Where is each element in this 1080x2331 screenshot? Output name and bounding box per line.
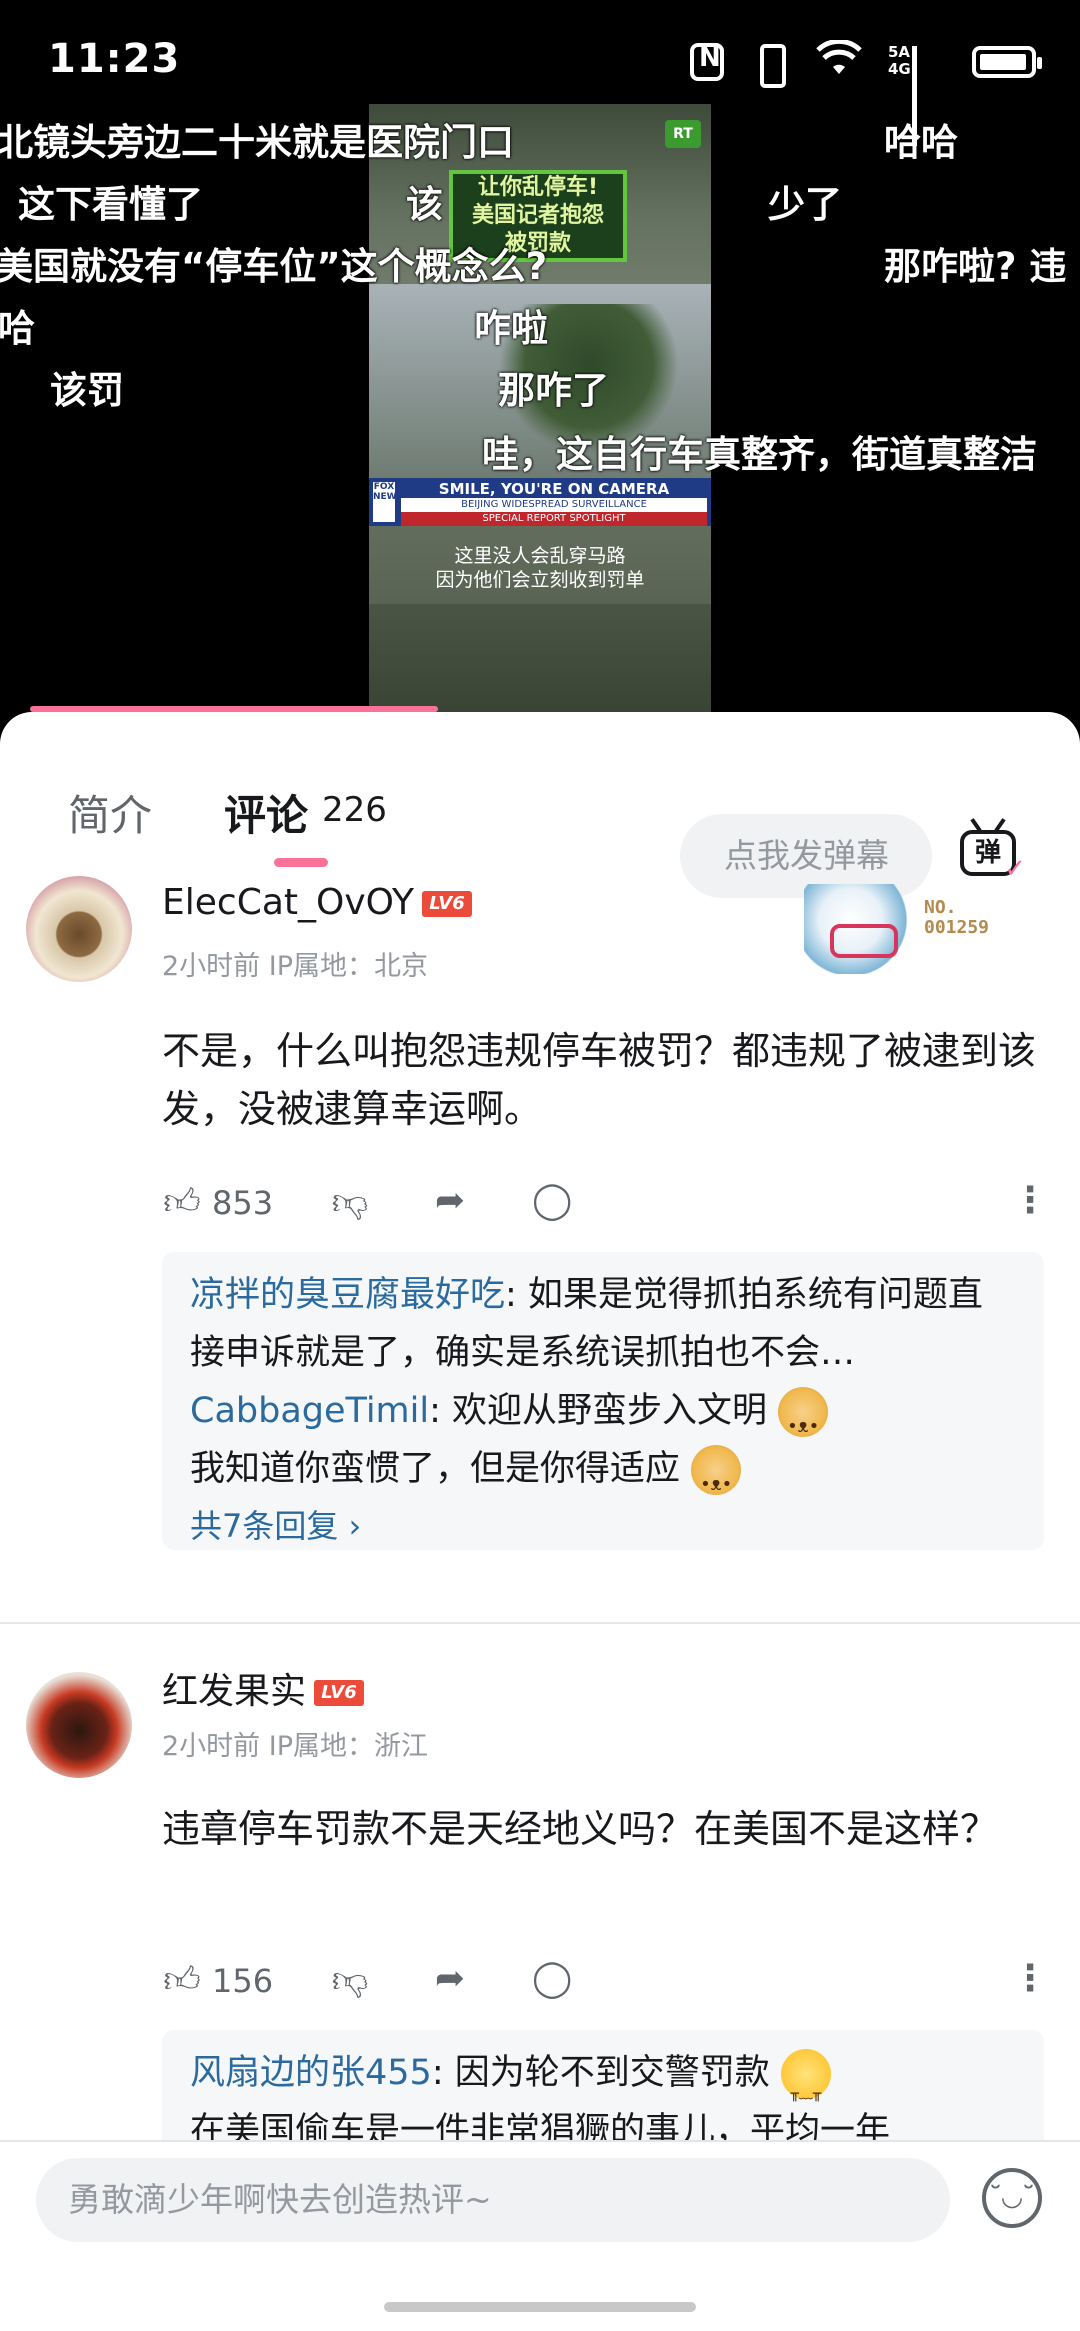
danmaku-item: 美国就没有“停车位”这个概念么? [0,245,548,288]
status-icons: 5A 4G [690,38,1042,146]
tab-active-indicator [274,858,328,867]
danmaku-item: 那咋了 [498,369,609,412]
reply-item: 风扇边的张455: 因为轮不到交警罚款 [190,2044,1016,2123]
banner-main: SMILE, YOU'RE ON CAMERA [438,480,670,498]
danmaku-item: 该罚 [50,369,124,412]
rt-logo: RT [665,120,701,148]
video-scene-street [369,604,711,712]
danmaku-item: 北镜头旁边二十米就是医院门口 [0,121,514,164]
comment-text: 违章停车罚款不是天经地义吗？在美国不是这样？ [162,1807,999,1851]
status-bar: 11:23 5A 4G [0,0,1080,146]
comment-divider [0,1622,1080,1624]
wifi-icon [816,38,862,84]
tab-bar: 简介 评论 226 点我发弹幕 弹 ✓ [0,760,1080,898]
tab-intro[interactable]: 简介 [68,782,152,843]
thumb-down-icon: 👎︎ [331,1960,369,2001]
more-vertical-icon: ⋮ [1012,1958,1048,1999]
sticker-number: NO. 001259 [924,897,990,938]
reply-item-continued: 我知道你蛮惯了，但是你得适应 [190,1440,1016,1514]
dislike-button[interactable]: 👎︎ [330,1958,370,2002]
danmaku-item: 少了 [768,183,842,226]
banner-tag: SPECIAL REPORT SPOTLIGHT [401,512,707,526]
reply-username[interactable]: 凉拌的臭豆腐最好吃 [190,1275,505,1315]
avatar[interactable] [26,1672,132,1778]
comment-bubble-icon: ◯ [532,1180,573,1221]
reply-button[interactable]: ◯ [532,1180,572,1221]
check-icon: ✓ [1004,854,1026,884]
more-button[interactable]: ⋮ [1010,1180,1050,1221]
home-indicator[interactable] [384,2302,696,2312]
comment-username[interactable]: 红发果实 LV6 [162,1662,365,1714]
reply-username[interactable]: CabbageTimil [190,1391,429,1431]
danmaku-item: 咋啦 [474,307,548,350]
comment-bubble-icon: ◯ [532,1958,573,1999]
share-button[interactable]: ➦ [430,1958,470,1999]
like-count: 853 [212,1184,274,1222]
comments-panel: 简介 评论 226 点我发弹幕 弹 ✓ ElecCat_OvOY LV6 2小时前… [0,712,1080,2331]
tab-comments[interactable]: 评论 [224,782,308,843]
avatar[interactable] [26,876,132,982]
reply-item: 凉拌的臭豆腐最好吃: 如果是觉得抓拍系统有问题直接申诉就是了，确实是系统误抓拍也… [190,1275,983,1373]
like-button[interactable]: 👍︎ 853 [162,1180,273,1224]
fox-news-logo: FOX NEWS [373,482,403,522]
comment-username[interactable]: ElecCat_OvOY LV6 [162,882,472,923]
danmaku-item: 哇，这自行车真整齐，街道真整洁 [482,433,1037,476]
emoji-picker-icon[interactable]: ˘◡˘ [982,2168,1042,2228]
video-progress-bar[interactable] [30,706,438,712]
level-badge: LV6 [422,891,472,917]
fan-sticker[interactable]: NO. 001259 [804,884,1024,974]
signal-icon: 5A 4G [888,43,946,146]
like-button[interactable]: 👍︎ 156 [162,1958,273,2002]
level-badge: LV6 [314,1680,365,1706]
comment-actions: 👍︎ 853 👎︎ ➦ ◯ ⋮ [162,1180,1048,1230]
news-banner: FOX NEWS SMILE, YOU'RE ON CAMERA BEIJING… [369,478,711,526]
status-time: 11:23 [48,36,181,82]
thumb-up-icon: 👍︎ [163,1960,201,2001]
video-player[interactable]: 11:23 5A 4G 让你乱停车! 美国记者抱怨 被罚款 RT FO [0,0,1080,712]
thumb-up-icon: 👍︎ [163,1182,201,1223]
comment-input[interactable]: 勇敢滴少年啊快去创造热评~ [36,2158,950,2242]
banner-sub: BEIJING WIDESPREAD SURVEILLANCE [401,498,707,512]
nfc-icon [690,43,724,81]
reply-preview[interactable]: 凉拌的臭豆腐最好吃: 如果是觉得抓拍系统有问题直接申诉就是了，确实是系统误抓拍也… [162,1252,1044,1550]
doge-emoji-icon [691,1445,742,1514]
doge-emoji-icon [778,1387,829,1456]
comment-count: 226 [322,790,387,830]
like-count: 156 [212,1962,274,2000]
comment-meta: 2小时前 IP属地：北京 [162,951,429,982]
reply-button[interactable]: ◯ [532,1958,572,1999]
share-icon: ➦ [434,1958,466,1999]
vibrate-icon [750,44,790,88]
crying-emoji-icon [780,2049,831,2123]
share-icon: ➦ [434,1180,466,1221]
network-type: 5A 4G [888,43,911,78]
battery-icon [972,46,1042,78]
sticker-icon [804,884,908,974]
more-vertical-icon: ⋮ [1012,1180,1048,1221]
danmaku-item: 哈 [0,307,35,350]
dislike-button[interactable]: 👎︎ [330,1180,370,1224]
danmaku-item: 哈哈 [884,121,958,164]
comment-meta: 2小时前 IP属地：浙江 [162,1731,429,1762]
reply-item: CabbageTimil: 欢迎从野蛮步入文明 [190,1382,1016,1456]
view-all-replies-link[interactable]: 共7条回复 › [190,1498,1016,1554]
danmaku-item: 这下看懂了 [18,183,203,226]
comment-text: 不是，什么叫抱怨违规停车被罚？都违规了被逮到该发，没被逮算幸运啊。 [162,1029,1037,1131]
comment-input-bar: 勇敢滴少年啊快去创造热评~ ˘◡˘ [0,2140,1080,2331]
video-subtitle: 这里没人会乱穿马路 因为他们会立刻收到罚单 [435,545,645,591]
reply-username[interactable]: 风扇边的张455 [190,2053,432,2093]
thumb-down-icon: 👎︎ [331,1182,369,1223]
danmaku-item: 那咋啦? 违 [884,245,1067,288]
more-button[interactable]: ⋮ [1010,1958,1050,1999]
danmaku-toggle-button[interactable]: 弹 ✓ [958,820,1026,884]
danmaku-item: 该 [406,183,443,226]
comment-actions: 👍︎ 156 👎︎ ➦ ◯ ⋮ [162,1958,1048,2008]
share-button[interactable]: ➦ [430,1180,470,1221]
